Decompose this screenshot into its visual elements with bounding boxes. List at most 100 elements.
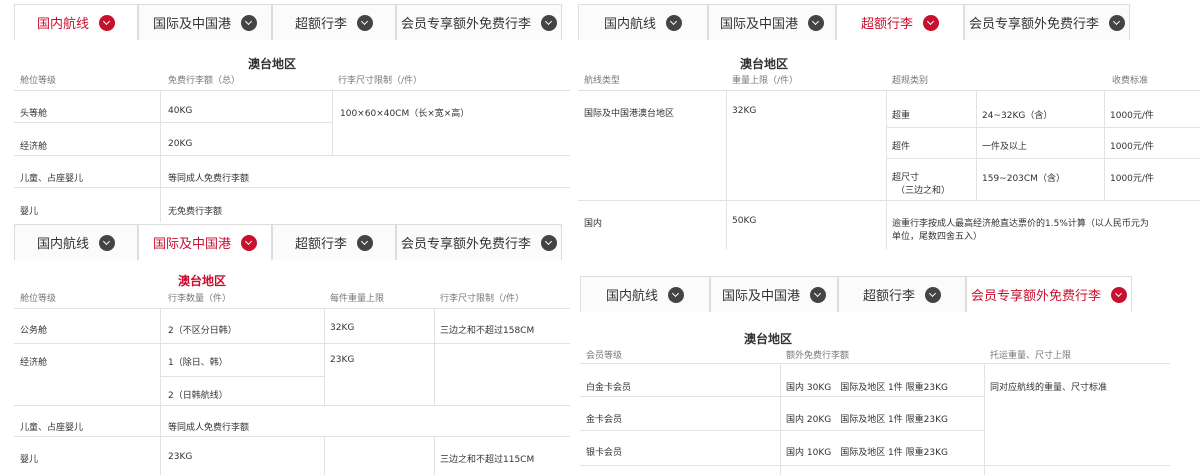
table-cell: 1000元/件 — [1110, 111, 1154, 121]
chevron-down-icon — [925, 286, 941, 303]
table-cell: 婴儿 — [20, 207, 39, 217]
divider — [14, 155, 570, 156]
tab-label: 会员专享额外免费行李 — [400, 17, 531, 32]
table-cell: 无免费行李额 — [168, 207, 223, 217]
tab-label: 国际及中国港 — [721, 289, 800, 304]
tab-member-baggage[interactable]: 会员专享额外免费行李 — [966, 276, 1132, 313]
divider — [780, 363, 781, 475]
region-title: 澳台地区 — [744, 332, 793, 346]
tab-label: 国内航线 — [36, 17, 89, 32]
divider — [578, 200, 1200, 201]
column-header: 行李数量（件） — [168, 294, 232, 304]
divider — [160, 308, 161, 475]
tab-excess-baggage[interactable]: 超额行李 — [272, 4, 396, 40]
table-cell: 银卡会员 — [586, 448, 623, 458]
table-cell: 20KG — [168, 139, 193, 149]
table-cell: 三边之和不超过158CM — [440, 326, 535, 336]
panel-domestic: 国内航线 国际及中国港 超额行李 会员专享额外免费行李 澳台地区 舱位等级 免费… — [0, 0, 570, 222]
chevron-down-icon — [1109, 14, 1125, 31]
chevron-down-icon — [541, 14, 557, 31]
table-cell: 1000元/件 — [1110, 142, 1154, 152]
table-cell: 同对应航线的重量、尺寸标准 — [990, 383, 1108, 393]
tab-domestic[interactable]: 国内航线 — [14, 224, 138, 260]
tab-domestic[interactable]: 国内航线 — [580, 276, 710, 312]
chevron-down-icon — [99, 14, 115, 31]
table-cell: 经济舱 — [20, 142, 48, 152]
table-cell: 婴儿 — [20, 455, 39, 465]
table-cell: 超重 — [892, 111, 911, 121]
column-header: 托运重量、尺寸上限 — [990, 351, 1072, 361]
table-cell: （三边之和） — [896, 186, 951, 196]
divider — [984, 363, 985, 475]
panel-international: 国内航线 国际及中国港 超额行李 会员专享额外免费行李 澳台地区 舱位等级 行李… — [0, 222, 570, 475]
tab-member-baggage[interactable]: 会员专享额外免费行李 — [396, 224, 562, 260]
tab-excess-baggage[interactable]: 超额行李 — [836, 4, 964, 41]
chevron-down-icon — [241, 14, 257, 31]
tab-member-baggage[interactable]: 会员专享额外免费行李 — [964, 4, 1130, 40]
tab-label: 会员专享额外免费行李 — [400, 237, 531, 252]
divider — [1104, 90, 1105, 200]
column-header: 收费标准 — [1112, 76, 1149, 86]
panel-member: 国内航线 国际及中国港 超额行李 会员专享额外免费行李 澳台地区 会员等级 额外… — [580, 276, 1200, 475]
table-cell: 儿童、占座婴儿 — [20, 174, 84, 184]
table-cell: 2（不区分日韩） — [168, 326, 237, 336]
divider — [580, 363, 1170, 364]
tab-domestic[interactable]: 国内航线 — [14, 4, 138, 41]
chevron-down-icon — [357, 234, 373, 251]
divider — [434, 308, 435, 405]
tab-international[interactable]: 国际及中国港 — [710, 276, 838, 312]
table-cell: 1（除日、韩） — [168, 358, 228, 368]
table-cell: 一件及以上 — [982, 142, 1028, 152]
tab-member-baggage[interactable]: 会员专享额外免费行李 — [396, 4, 562, 40]
divider — [14, 187, 570, 188]
table-cell: 等同成人免费行李额 — [168, 174, 250, 184]
divider — [14, 343, 570, 344]
column-header: 重量上限（/件） — [732, 76, 799, 86]
tab-label: 国内航线 — [605, 289, 658, 304]
table-cell: 三边之和不超过115CM — [440, 455, 535, 465]
tab-domestic[interactable]: 国内航线 — [578, 4, 708, 40]
column-header: 航线类型 — [584, 76, 621, 86]
table-cell: 32KG — [732, 106, 757, 116]
tab-international[interactable]: 国际及中国港 — [138, 224, 272, 261]
table-cell: 等同成人免费行李额 — [168, 423, 250, 433]
divider — [160, 90, 161, 222]
region-title: 澳台地区 — [740, 57, 789, 71]
divider — [886, 90, 887, 250]
region-title: 澳台地区 — [178, 274, 227, 288]
table-cell: 159~203CM（含） — [982, 174, 1065, 184]
tab-excess-baggage[interactable]: 超额行李 — [838, 276, 966, 312]
column-header: 免费行李额（总） — [168, 76, 241, 86]
tab-label: 国际及中国港 — [152, 17, 231, 32]
table-cell: 24~32KG（含） — [982, 111, 1053, 121]
table-cell: 国际及中国港澳台地区 — [584, 109, 675, 119]
divider — [14, 90, 570, 91]
divider — [324, 308, 325, 405]
chevron-down-icon — [808, 14, 824, 31]
divider — [324, 436, 325, 475]
divider — [580, 396, 984, 397]
divider — [14, 436, 570, 437]
tab-international[interactable]: 国际及中国港 — [138, 4, 272, 40]
tab-excess-baggage[interactable]: 超额行李 — [272, 224, 396, 260]
tab-international[interactable]: 国际及中国港 — [708, 4, 836, 40]
table-cell: 32KG — [330, 323, 355, 333]
table-cell: 国内 10KG 国际及地区 1件 限重23KG — [786, 448, 948, 458]
table-cell: 国内 30KG 国际及地区 1件 限重23KG — [786, 383, 948, 393]
table-cell: 单位，尾数四舍五入） — [892, 232, 983, 242]
table-cell: 儿童、占座婴儿 — [20, 423, 84, 433]
divider — [886, 158, 1200, 159]
divider — [14, 122, 332, 123]
chevron-down-icon — [541, 234, 557, 251]
table-cell: 公务舱 — [20, 326, 48, 336]
chevron-down-icon — [357, 14, 373, 31]
chevron-down-icon — [923, 14, 939, 31]
panel-excess: 国内航线 国际及中国港 超额行李 会员专享额外免费行李 澳台地区 航线类型 重量… — [578, 0, 1200, 250]
tab-label: 国内航线 — [603, 17, 656, 32]
column-header: 会员等级 — [586, 351, 623, 361]
divider — [160, 376, 324, 377]
column-header: 行李尺寸限制（/件） — [338, 76, 423, 86]
table-cell: 23KG — [330, 355, 355, 365]
divider — [976, 90, 977, 200]
tab-label: 会员专享额外免费行李 — [970, 289, 1101, 304]
